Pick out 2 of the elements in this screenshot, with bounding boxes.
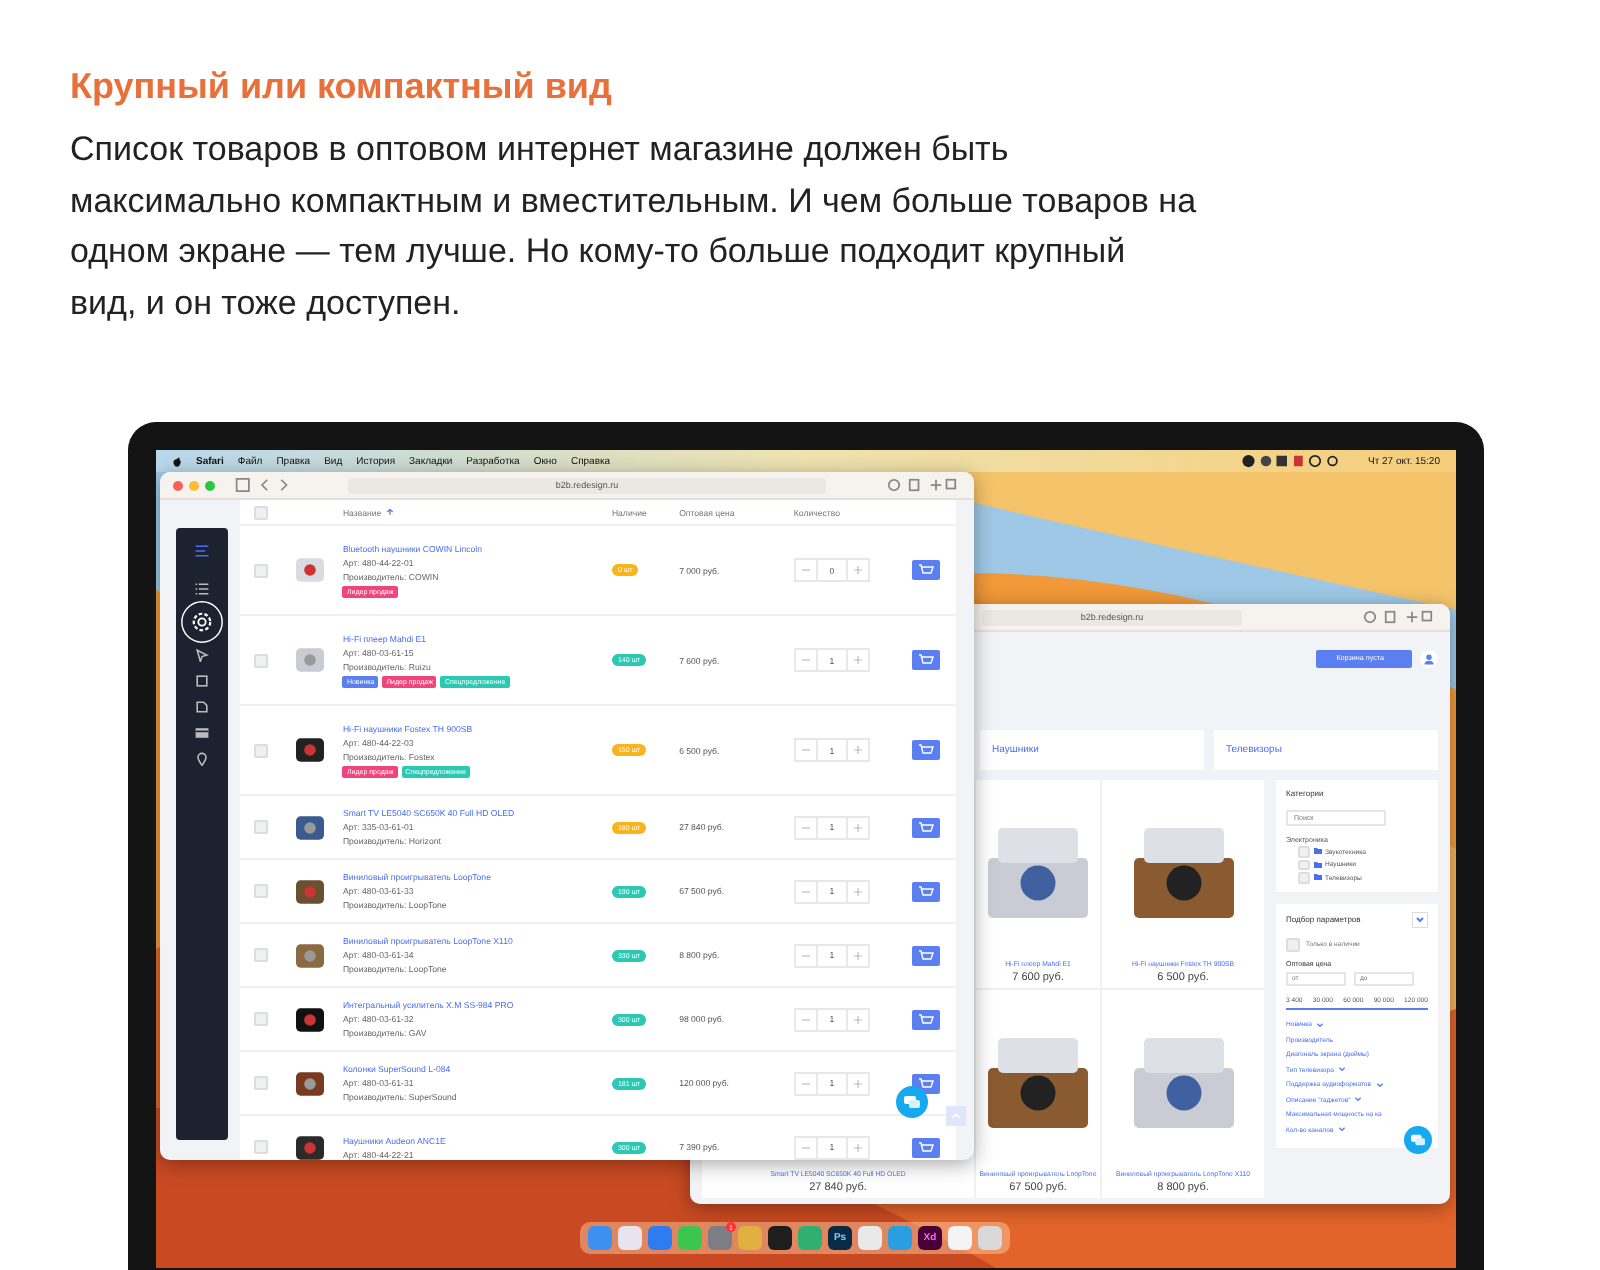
- description: Список товаров в оптовом интернет магазине должен быть максимально компактным и вместительным. И чем больше товаров на одном экране — тем лучше. Но кому-то больше подходит крупный вид, и он тоже доступен.: [70, 128, 1199, 325]
- section-heading: Крупный или компактный вид: [70, 64, 614, 108]
